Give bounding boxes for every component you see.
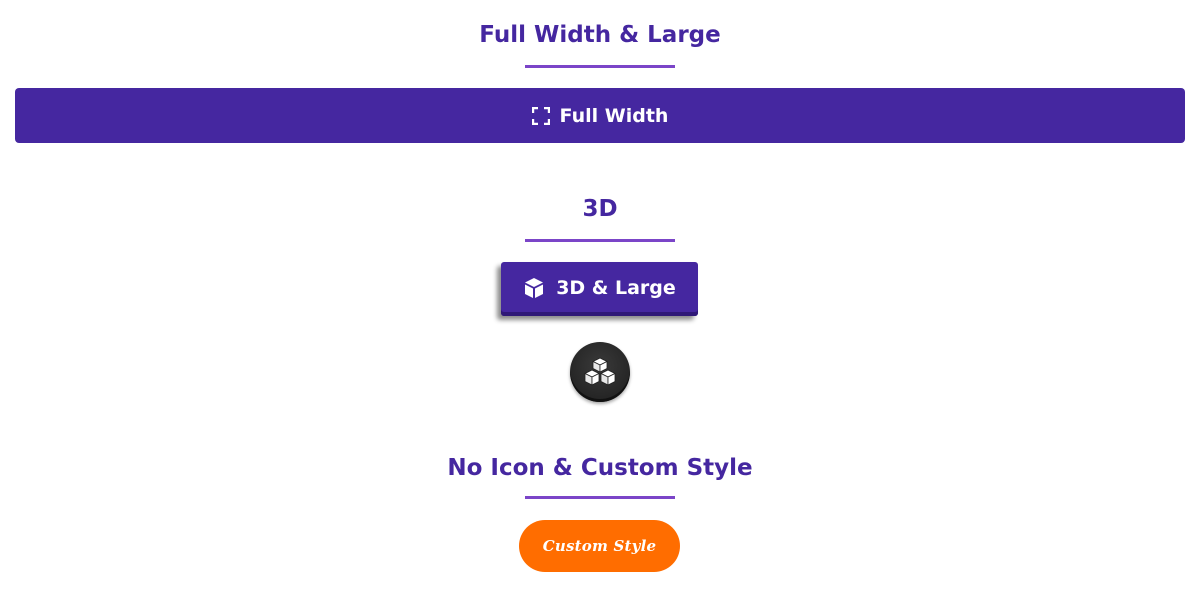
button-demo-page: Full Width & Large Full Width 3D 3D & La… (0, 0, 1200, 600)
cube-icon (523, 277, 545, 299)
custom-style-button[interactable]: Custom Style (519, 520, 680, 572)
section-title-full-width: Full Width & Large (479, 22, 721, 48)
cubes-icon (583, 357, 617, 387)
3d-large-button-label: 3D & Large (556, 276, 676, 299)
section-title-3d: 3D (582, 196, 618, 222)
section-title-no-icon-custom: No Icon & Custom Style (447, 455, 753, 481)
3d-large-button[interactable]: 3D & Large (501, 262, 698, 316)
full-width-button-label: Full Width (559, 104, 669, 127)
section-divider (525, 239, 675, 242)
cubes-icon-button[interactable] (570, 342, 630, 402)
full-width-button[interactable]: Full Width (15, 88, 1185, 143)
expand-icon (531, 106, 550, 125)
section-divider (525, 65, 675, 68)
section-divider (525, 496, 675, 499)
custom-style-button-label: Custom Style (542, 537, 657, 555)
